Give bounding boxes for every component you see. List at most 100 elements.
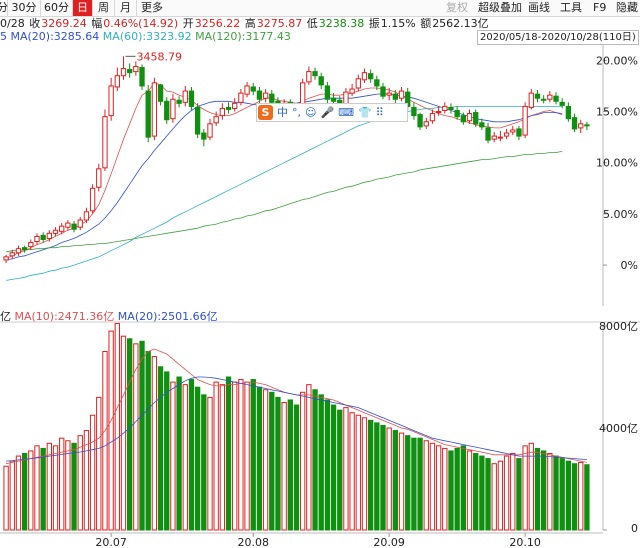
candle-body xyxy=(392,93,399,100)
volume-bar xyxy=(318,394,324,531)
vol-ma10-legend: MA(10):2471.36亿 xyxy=(14,310,115,323)
ime-menu-icon[interactable]: ⠿ xyxy=(376,106,384,119)
x-tick-label: 20.09 xyxy=(373,536,405,548)
volume-bar xyxy=(170,381,176,531)
candle xyxy=(479,118,485,130)
volume-bar xyxy=(324,399,331,531)
candle-body xyxy=(454,110,460,118)
candle-body xyxy=(398,90,405,99)
candle-body xyxy=(59,225,65,232)
volume-bar xyxy=(547,453,553,531)
candle-body xyxy=(423,121,429,127)
volume-bar xyxy=(232,381,238,531)
candle-body xyxy=(114,75,120,88)
ime-logo-icon[interactable]: S xyxy=(258,105,273,120)
volume-bar xyxy=(429,442,436,531)
ime-emoji-icon[interactable]: ☺ xyxy=(305,106,316,119)
ime-skin-icon[interactable]: 👕 xyxy=(358,106,372,119)
candle-body xyxy=(460,115,466,123)
volume-bar xyxy=(194,386,201,531)
ime-toolbar[interactable]: S 中 °, ☺ 🎤 ⌨ 👕 ⠿ xyxy=(256,103,408,122)
volume-bar xyxy=(157,366,164,531)
candle-body xyxy=(182,90,188,103)
ime-punct-icon[interactable]: °, xyxy=(292,106,301,119)
candle-body xyxy=(157,84,164,102)
volume-bar xyxy=(516,458,522,531)
volume-bar xyxy=(534,447,541,531)
volume-bar xyxy=(522,445,528,531)
candle-body xyxy=(411,106,417,117)
volume-bar xyxy=(201,394,207,531)
volume-tick-label: 8000亿 xyxy=(599,320,638,333)
volume-bar xyxy=(312,389,318,531)
volume-bar xyxy=(207,396,213,531)
volume-bar xyxy=(417,437,423,531)
candle-body xyxy=(503,132,510,137)
candle-body xyxy=(225,106,232,110)
volume-bar xyxy=(21,453,28,531)
candle xyxy=(77,216,83,231)
volume-bar xyxy=(337,409,343,531)
candle-body xyxy=(367,73,374,80)
candle-body xyxy=(522,105,528,136)
candle xyxy=(411,102,417,120)
volume-tick-label: 4000亿 xyxy=(599,422,638,435)
volume-bar xyxy=(448,450,454,531)
ime-chinese-icon[interactable]: 中 xyxy=(277,106,288,119)
candle-body xyxy=(213,116,219,124)
candle-body xyxy=(553,95,559,102)
volume-bar xyxy=(380,424,386,531)
volume-bar xyxy=(127,338,133,531)
candle-body xyxy=(65,222,71,228)
x-tick-label: 20.08 xyxy=(237,536,269,548)
candle-body xyxy=(510,129,516,133)
candle-body xyxy=(96,168,102,188)
candle-body xyxy=(71,223,77,230)
candle-body xyxy=(355,78,361,89)
candle-body xyxy=(497,136,504,139)
candle-body xyxy=(528,92,534,108)
candle-body xyxy=(330,97,337,102)
candle xyxy=(120,56,127,80)
volume-bar xyxy=(3,465,9,531)
volume-bar xyxy=(102,351,108,531)
candle-body xyxy=(3,256,9,261)
candle xyxy=(127,63,133,78)
candle xyxy=(176,96,182,108)
candle xyxy=(442,102,448,114)
candle xyxy=(164,97,170,124)
candle xyxy=(398,86,405,102)
candle xyxy=(559,98,565,109)
candle xyxy=(262,89,269,103)
candle-body xyxy=(262,92,269,99)
candle xyxy=(65,220,71,231)
candle-body xyxy=(324,85,331,100)
ime-keyboard-icon[interactable]: ⌨ xyxy=(338,106,354,119)
candle-body xyxy=(374,79,380,87)
candle-body xyxy=(269,93,275,103)
candle-body xyxy=(176,99,182,104)
kline-chart[interactable]: 20.00% 15.00% 10.00% 5.00% 0% 8000亿 4000亿 0 20… xyxy=(0,0,640,548)
candle-body xyxy=(188,90,195,107)
candle xyxy=(503,128,510,140)
candle xyxy=(21,245,28,253)
candle xyxy=(3,254,9,264)
candle-body xyxy=(139,67,145,87)
candle-body xyxy=(417,114,423,128)
volume-bar xyxy=(343,407,349,531)
x-axis: 20.07 20.08 20.09 20.10 xyxy=(0,532,603,548)
candle xyxy=(516,125,522,141)
volume-bar xyxy=(9,460,15,531)
volume-bar xyxy=(275,396,281,531)
volume-bar xyxy=(287,399,293,531)
candle xyxy=(553,92,559,105)
volume-bar xyxy=(349,412,355,531)
candle xyxy=(578,119,584,134)
candle xyxy=(188,86,195,111)
peak-label: 3458.79 xyxy=(136,50,182,63)
candle xyxy=(40,232,46,243)
price-tick-label: 0% xyxy=(621,259,638,272)
ime-mic-icon[interactable]: 🎤 xyxy=(320,106,334,119)
volume-bar xyxy=(151,356,158,531)
volume-bar xyxy=(225,376,232,531)
